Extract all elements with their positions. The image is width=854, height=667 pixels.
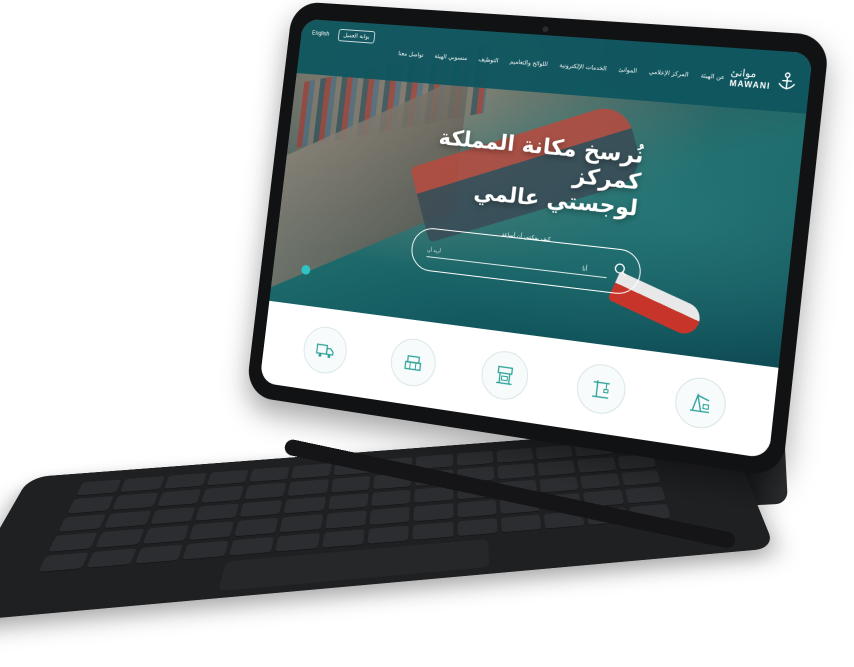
key[interactable] xyxy=(244,482,287,501)
box-truck-icon xyxy=(313,337,337,359)
key[interactable] xyxy=(327,492,369,511)
search-icon[interactable] xyxy=(613,262,629,278)
key[interactable] xyxy=(228,536,275,557)
key[interactable] xyxy=(535,444,574,461)
menu-item-e-services[interactable]: الخدمات الإلكترونية xyxy=(559,62,607,72)
key[interactable] xyxy=(539,476,579,494)
logo[interactable]: موانئ MAWANI xyxy=(729,66,800,94)
tablet: موانئ MAWANI عن الهيئة المركز الإعلامي ا… xyxy=(245,1,830,479)
key[interactable] xyxy=(156,489,202,508)
key[interactable] xyxy=(321,528,365,549)
key[interactable] xyxy=(75,479,122,497)
key[interactable] xyxy=(134,544,183,565)
topbar: English بوابة العميل xyxy=(311,27,376,44)
device-scene: موانئ MAWANI عن الهيئة المركز الإعلامي ا… xyxy=(0,0,854,667)
key[interactable] xyxy=(279,514,323,533)
search-input[interactable]: أنا أريد أن xyxy=(426,244,608,279)
key[interactable] xyxy=(142,525,190,545)
loading-crane-icon xyxy=(687,389,715,418)
port-terminal-icon xyxy=(492,362,518,389)
key[interactable] xyxy=(537,460,576,477)
container-stack-icon xyxy=(401,349,426,376)
key[interactable] xyxy=(369,506,410,526)
customer-portal-button[interactable]: بوابة العميل xyxy=(337,28,376,44)
menu-item-employees[interactable]: منسوبي الهيئة xyxy=(434,53,467,62)
menu-item-about[interactable]: عن الهيئة xyxy=(700,72,725,81)
search-intent: أريد أن xyxy=(426,247,442,255)
key[interactable] xyxy=(200,486,245,504)
main-menu: عن الهيئة المركز الإعلامي الموانئ الخدما… xyxy=(398,50,725,81)
tablet-screen: موانئ MAWANI عن الهيئة المركز الإعلامي ا… xyxy=(259,18,813,459)
menu-item-regulations[interactable]: اللوائح والتعاميم xyxy=(509,58,548,68)
anchor-logo-icon xyxy=(774,70,800,95)
service-containers[interactable] xyxy=(388,335,439,390)
key[interactable] xyxy=(456,450,494,467)
logo-text: موانئ MAWANI xyxy=(729,67,772,91)
key[interactable] xyxy=(248,466,291,483)
service-port-terminal[interactable] xyxy=(479,348,532,403)
camera-dot xyxy=(541,26,549,33)
key[interactable] xyxy=(500,514,542,534)
key[interactable] xyxy=(86,548,137,569)
key[interactable] xyxy=(234,517,279,537)
key[interactable] xyxy=(275,532,320,553)
key[interactable] xyxy=(206,469,249,487)
key[interactable] xyxy=(624,486,666,504)
service-crane[interactable] xyxy=(574,361,628,417)
service-box-truck[interactable] xyxy=(300,324,350,377)
key[interactable] xyxy=(577,457,617,474)
key[interactable] xyxy=(287,479,329,497)
key[interactable] xyxy=(620,469,661,487)
key[interactable] xyxy=(291,463,332,480)
key[interactable] xyxy=(48,532,98,553)
menu-item-media-center[interactable]: المركز الإعلامي xyxy=(649,69,689,79)
key[interactable] xyxy=(57,513,107,533)
service-loading-crane[interactable] xyxy=(672,374,729,432)
key[interactable] xyxy=(194,503,240,522)
key[interactable] xyxy=(496,447,534,464)
key[interactable] xyxy=(580,473,621,490)
key[interactable] xyxy=(95,528,144,549)
menu-item-ports[interactable]: الموانئ xyxy=(618,66,637,74)
logo-english: MAWANI xyxy=(729,78,771,91)
key[interactable] xyxy=(457,499,497,519)
language-switch[interactable]: English xyxy=(312,30,330,37)
key[interactable] xyxy=(111,492,158,511)
key[interactable] xyxy=(239,499,283,518)
key[interactable] xyxy=(283,496,326,515)
key[interactable] xyxy=(412,521,454,541)
key[interactable] xyxy=(103,510,151,530)
key[interactable] xyxy=(367,525,410,545)
key[interactable] xyxy=(497,463,536,480)
search-placeholder: أنا xyxy=(581,264,588,273)
menu-item-careers[interactable]: التوظيف xyxy=(478,56,499,64)
key[interactable] xyxy=(457,517,498,537)
crane-icon xyxy=(588,375,615,403)
key[interactable] xyxy=(163,472,207,490)
key[interactable] xyxy=(119,476,165,494)
menu-item-contact[interactable]: تواصل معنا xyxy=(398,50,424,59)
key[interactable] xyxy=(149,506,196,526)
key[interactable] xyxy=(413,503,453,522)
key[interactable] xyxy=(330,476,371,494)
key[interactable] xyxy=(37,552,90,573)
key[interactable] xyxy=(181,540,229,561)
key[interactable] xyxy=(371,489,411,508)
key[interactable] xyxy=(67,496,115,515)
key[interactable] xyxy=(324,510,367,530)
key[interactable] xyxy=(188,521,235,541)
